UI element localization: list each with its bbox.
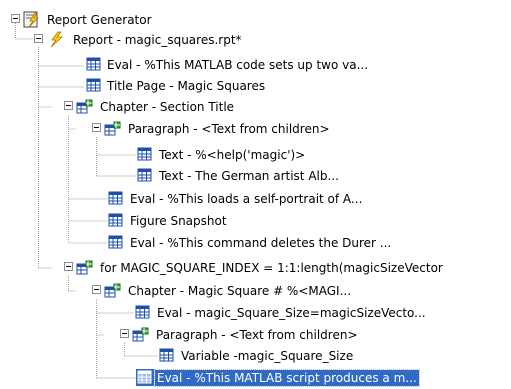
tree-node-label: Eval - %This loads a self-portrait of A.… bbox=[130, 192, 363, 206]
component-icon bbox=[86, 78, 101, 92]
tree-node-report[interactable]: Report - magic_squares.rpt* bbox=[0, 30, 511, 50]
tree-node-label: Text - %<help('magic')> bbox=[159, 148, 306, 162]
collapse-toggle-icon[interactable] bbox=[64, 101, 73, 110]
component-icon bbox=[108, 191, 123, 205]
tree-node-chapter-magic-square[interactable]: Chapter - Magic Square # %<MAGI... bbox=[0, 281, 511, 301]
component-icon bbox=[108, 235, 123, 249]
component-icon bbox=[137, 168, 152, 182]
tree-node-report-generator[interactable]: Report Generator bbox=[0, 10, 511, 30]
tree-node-text-help[interactable]: Text - %<help('magic')> bbox=[0, 145, 511, 165]
container-icon bbox=[76, 99, 93, 114]
tree-node-label: Eval - %This command deletes the Durer .… bbox=[130, 236, 392, 250]
tree-node-label: for MAGIC_SQUARE_INDEX = 1:1:length(magi… bbox=[100, 261, 443, 275]
tree-node-label: Title Page - Magic Squares bbox=[107, 79, 266, 93]
tree-node-title-page[interactable]: Title Page - Magic Squares bbox=[0, 76, 511, 96]
tree-node-eval-size[interactable]: Eval - magic_Square_Size=magicSizeVecto.… bbox=[0, 303, 511, 323]
collapse-toggle-icon[interactable] bbox=[92, 285, 101, 294]
tree-node-for-loop[interactable]: for MAGIC_SQUARE_INDEX = 1:1:length(magi… bbox=[0, 258, 511, 278]
tree-node-figure-snapshot[interactable]: Figure Snapshot bbox=[0, 211, 511, 231]
container-icon bbox=[132, 327, 149, 342]
tree-node-label: Text - The German artist Alb... bbox=[159, 169, 339, 183]
tree-node-eval-deletes[interactable]: Eval - %This command deletes the Durer .… bbox=[0, 233, 511, 253]
tree-node-label: Chapter - Magic Square # %<MAGI... bbox=[128, 284, 352, 298]
tree-node-label: Paragraph - <Text from children> bbox=[128, 122, 330, 136]
component-icon bbox=[135, 305, 150, 319]
container-icon bbox=[104, 283, 121, 298]
tree-node-label: Chapter - Section Title bbox=[100, 100, 235, 114]
tree-node-paragraph[interactable]: Paragraph - <Text from children> bbox=[0, 119, 511, 139]
tree-node-text-german-artist[interactable]: Text - The German artist Alb... bbox=[0, 166, 511, 186]
collapse-toggle-icon[interactable] bbox=[11, 14, 20, 23]
tree-node-label: Report - magic_squares.rpt* bbox=[73, 33, 242, 47]
component-icon bbox=[86, 57, 101, 71]
tree-node-variable[interactable]: Variable -magic_Square_Size bbox=[0, 346, 511, 366]
collapse-toggle-icon[interactable] bbox=[34, 34, 43, 43]
tree-node-chapter-section-title[interactable]: Chapter - Section Title bbox=[0, 97, 511, 117]
collapse-toggle-icon[interactable] bbox=[92, 123, 101, 132]
tree-node-label: Figure Snapshot bbox=[130, 214, 227, 228]
component-icon bbox=[159, 348, 174, 362]
component-icon bbox=[108, 213, 123, 227]
report-icon bbox=[50, 31, 64, 48]
tree-node-label: Report Generator bbox=[47, 13, 152, 27]
tree-node-eval-script-selected[interactable]: Eval - %This MATLAB script produces a m.… bbox=[0, 368, 511, 388]
container-icon bbox=[104, 121, 121, 136]
tree-node-label: Paragraph - <Text from children> bbox=[156, 328, 358, 342]
tree-node-label: Eval - %This MATLAB code sets up two va.… bbox=[107, 58, 369, 72]
tree-node-label: Eval - magic_Square_Size=magicSizeVecto.… bbox=[157, 306, 426, 320]
collapse-toggle-icon[interactable] bbox=[120, 329, 129, 338]
container-icon bbox=[76, 260, 93, 275]
report-explorer-tree[interactable]: Report Generator Report - magic_squares.… bbox=[0, 0, 511, 389]
tree-node-label: Eval - %This MATLAB script produces a m.… bbox=[154, 369, 420, 387]
tree-node-label: Variable -magic_Square_Size bbox=[181, 349, 354, 363]
tree-node-paragraph-2[interactable]: Paragraph - <Text from children> bbox=[0, 325, 511, 345]
tree-node-eval-self-portrait[interactable]: Eval - %This loads a self-portrait of A.… bbox=[0, 189, 511, 209]
report-generator-icon bbox=[23, 11, 39, 28]
component-icon bbox=[136, 369, 154, 386]
collapse-toggle-icon[interactable] bbox=[64, 262, 73, 271]
component-icon bbox=[137, 147, 152, 161]
tree-node-eval[interactable]: Eval - %This MATLAB code sets up two va.… bbox=[0, 55, 511, 75]
